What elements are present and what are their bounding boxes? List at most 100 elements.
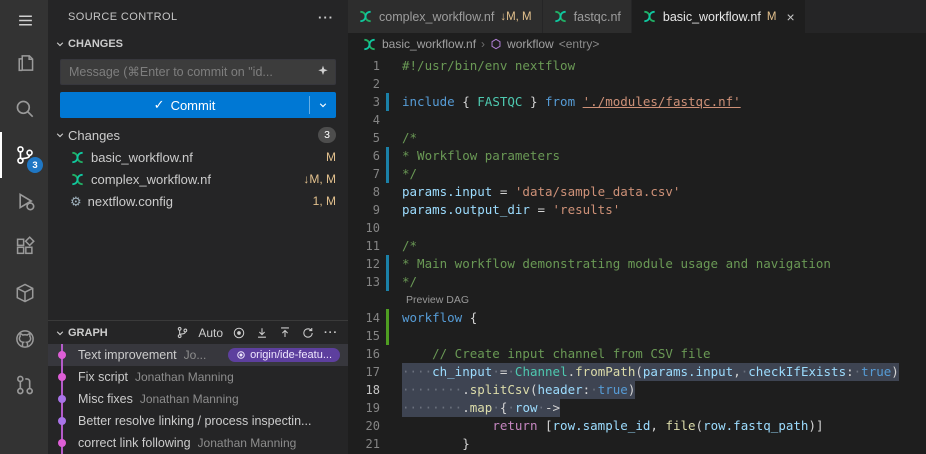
code-text: */ [402,165,417,183]
commit-author: Jonathan Manning [135,370,234,384]
code-lines: 1#!/usr/bin/env nextflow23include { FAST… [348,57,926,453]
nextflow-icon [70,150,85,165]
explorer-icon[interactable] [0,40,48,86]
commit-message-input[interactable] [60,59,336,85]
code-line-6[interactable]: 6* Workflow parameters [348,147,926,165]
search-icon[interactable] [0,86,48,132]
code-line-19[interactable]: 19········.map·{·row·-> [348,399,926,417]
menu-icon[interactable] [0,0,48,40]
commit-row[interactable]: Text improvementJo...origin/ide-featu... [48,344,348,366]
commit-dropdown-button[interactable] [310,92,336,118]
git-modified-indicator [386,273,389,291]
nextflow-icon [358,9,373,24]
code-line-18[interactable]: 18········.splitCsv(header:·true) [348,381,926,399]
graph-auto-label[interactable]: Auto [198,326,223,340]
commit-message-box [60,59,336,85]
code-line-5[interactable]: 5/* [348,129,926,147]
line-number: 3 [348,93,384,111]
commit-button[interactable]: ✓ Commit [60,92,336,118]
sidebar-spacer [48,212,348,320]
code-line-12[interactable]: 12* Main workflow demonstrating module u… [348,255,926,273]
package-icon[interactable] [0,270,48,316]
more-actions-icon[interactable]: ··· [324,327,338,339]
tab-basic_workflow.nf[interactable]: basic_workflow.nfM× [632,0,806,33]
gutter [384,183,394,201]
code-line-16[interactable]: 16 // Create input channel from CSV file [348,345,926,363]
file-git-status: M [326,150,336,164]
git-added-indicator [386,327,389,345]
chevron-down-icon [52,39,68,49]
line-number: 17 [348,363,384,381]
code-line-1[interactable]: 1#!/usr/bin/env nextflow [348,57,926,75]
branch-icon [236,350,246,360]
line-number: 13 [348,273,384,291]
breadcrumb-file[interactable]: basic_workflow.nf [382,37,476,51]
sparkle-icon[interactable] [316,64,330,78]
code-line-13[interactable]: 13 */ [348,273,926,291]
close-icon[interactable]: × [786,10,794,24]
graph-section-header[interactable]: GRAPH Auto ··· [48,320,348,344]
breadcrumb-symbol[interactable]: workflow [507,37,554,51]
codelens-preview-dag[interactable]: Preview DAG [406,291,926,309]
push-icon[interactable] [278,326,292,340]
extensions-icon[interactable] [0,224,48,270]
commit-row[interactable]: correct link followingJonathan Manning [48,432,348,454]
changed-file-row[interactable]: ⚙nextflow.config1, M [48,190,348,212]
target-icon[interactable] [232,326,246,340]
source-control-icon[interactable]: 3 [0,132,48,178]
changed-file-row[interactable]: basic_workflow.nf M [48,146,348,168]
nextflow-icon [70,172,85,187]
code-line-10[interactable]: 10 [348,219,926,237]
tab-fastqc.nf[interactable]: fastqc.nf [543,0,632,33]
more-actions-icon[interactable]: ··· [318,10,334,25]
commit-row[interactable]: Better resolve linking / process inspect… [48,410,348,432]
commit-row[interactable]: Misc fixesJonathan Manning [48,388,348,410]
breadcrumb: basic_workflow.nf › workflow <entry> [348,33,926,55]
changes-section-label: CHANGES [68,38,123,50]
code-line-11[interactable]: 11/* [348,237,926,255]
branch-tag-pill[interactable]: origin/ide-featu... [228,348,340,362]
gutter [384,345,394,363]
sidebar-title: SOURCE CONTROL [68,11,178,23]
commit-row[interactable]: Fix scriptJonathan Manning [48,366,348,388]
changes-section-header[interactable]: CHANGES [48,34,348,54]
code-line-14[interactable]: 14workflow { [348,309,926,327]
branch-icon[interactable] [176,326,189,339]
code-line-8[interactable]: 8params.input = 'data/sample_data.csv' [348,183,926,201]
github-icon[interactable] [0,316,48,362]
fetch-icon[interactable] [255,326,269,340]
changes-count-badge: 3 [318,127,336,143]
code-line-20[interactable]: 20 return [row.sample_id, file(row.fastq… [348,417,926,435]
code-text: // Create input channel from CSV file [402,345,711,363]
line-number: 10 [348,219,384,237]
code-line-3[interactable]: 3include { FASTQC } from './modules/fast… [348,93,926,111]
gutter [384,147,394,165]
changes-tree-header[interactable]: Changes 3 [48,124,348,146]
tab-label: complex_workflow.nf [379,10,494,24]
commit-dot [58,373,66,381]
code-line-9[interactable]: 9params.output_dir = 'results' [348,201,926,219]
code-line-21[interactable]: 21 } [348,435,926,453]
code-text: /* [402,129,417,147]
gutter [384,111,394,129]
code-text: */ [402,273,417,291]
commit-graph-rail [48,366,78,388]
code-line-17[interactable]: 17 ····ch_input·=·Channel.fromPath(params… [348,363,926,381]
code-line-4[interactable]: 4 [348,111,926,129]
pull-request-icon[interactable] [0,362,48,408]
code-line-15[interactable]: 15 [348,327,926,345]
code-editor[interactable]: 1#!/usr/bin/env nextflow23include { FAST… [348,55,926,454]
tab-complex_workflow.nf[interactable]: complex_workflow.nf↓M, M [348,0,543,33]
code-line-2[interactable]: 2 [348,75,926,93]
file-name: basic_workflow.nf [91,150,193,165]
line-number: 12 [348,255,384,273]
code-text: ····ch_input·=·Channel.fromPath(params.i… [402,363,899,381]
tab-git-status: M [767,11,777,23]
changed-file-row[interactable]: complex_workflow.nf↓M, M [48,168,348,190]
gutter [384,363,394,381]
refresh-icon[interactable] [301,326,315,340]
code-line-7[interactable]: 7*/ [348,165,926,183]
run-debug-icon[interactable] [0,178,48,224]
gutter [384,201,394,219]
code-text: workflow { [402,309,477,327]
